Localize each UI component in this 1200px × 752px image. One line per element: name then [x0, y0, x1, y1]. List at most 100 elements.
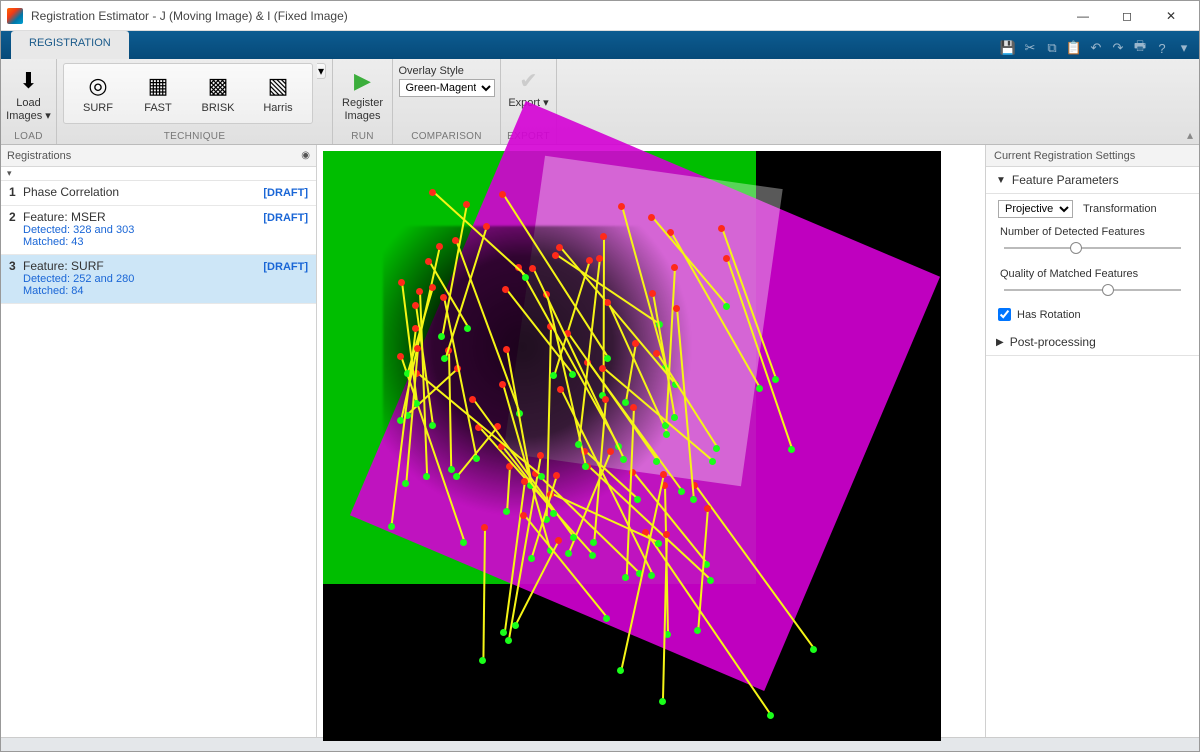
feature-point-fixed [659, 698, 666, 705]
feature-point-fixed [603, 615, 610, 622]
overlay-style-select[interactable]: Green-Magenta [399, 79, 495, 97]
transformation-label: Transformation [1083, 203, 1157, 215]
registrations-header: Registrations [7, 150, 71, 162]
undo-icon[interactable]: ↶ [1087, 39, 1105, 57]
maximize-button[interactable]: ◻ [1105, 2, 1149, 30]
has-rotation-checkbox[interactable]: Has Rotation [998, 308, 1187, 321]
feature-point-fixed [575, 441, 582, 448]
minimize-button[interactable]: — [1061, 2, 1105, 30]
feature-point-fixed [582, 463, 589, 470]
cut-icon[interactable]: ✂ [1021, 39, 1039, 57]
feature-point-moving [630, 404, 637, 411]
feature-point-fixed [723, 303, 730, 310]
feature-point-moving [425, 258, 432, 265]
settings-panel: Current Registration Settings ▼ Feature … [985, 145, 1199, 737]
registration-item[interactable]: 3Feature: SURF[DRAFT]Detected: 252 and 2… [1, 255, 316, 304]
titlebar: Registration Estimator - J (Moving Image… [1, 1, 1199, 31]
feature-point-moving [586, 257, 593, 264]
feature-point-moving [723, 255, 730, 262]
ribbon-collapse-button[interactable]: ▴ [1187, 128, 1193, 142]
feature-point-moving [520, 512, 527, 519]
transformation-select[interactable]: Projective [998, 200, 1073, 218]
feature-point-moving [398, 279, 405, 286]
quality-slider[interactable] [1000, 282, 1185, 298]
image-viewer[interactable] [317, 145, 985, 737]
feature-point-fixed [570, 534, 577, 541]
technique-brisk[interactable]: ▩ BRISK [190, 68, 246, 119]
feature-point-fixed [713, 445, 720, 452]
overlay-style-label: Overlay Style [399, 65, 464, 77]
feature-point-fixed [589, 552, 596, 559]
feature-point-fixed [473, 455, 480, 462]
feature-point-fixed [505, 637, 512, 644]
settings-header: Current Registration Settings [986, 145, 1199, 167]
feature-params-toggle[interactable]: ▼ [996, 175, 1006, 186]
more-icon[interactable]: ▾ [1175, 39, 1193, 57]
feature-params-body: Projective Transformation Number of Dete… [986, 194, 1199, 329]
ribbon-tabbar: REGISTRATION 💾 ✂ ⧉ 📋 ↶ ↷ 🖶 ? ▾ [1, 31, 1199, 59]
feature-point-fixed [388, 523, 395, 530]
num-detected-slider[interactable] [1000, 240, 1185, 256]
technique-surf[interactable]: ◎ SURF [70, 68, 126, 119]
redo-icon[interactable]: ↷ [1109, 39, 1127, 57]
feature-point-moving [556, 244, 563, 251]
technique-harris[interactable]: ▧ Harris [250, 68, 306, 119]
quick-access-toolbar: 💾 ✂ ⧉ 📋 ↶ ↷ 🖶 ? ▾ [993, 39, 1199, 59]
feature-point-fixed [767, 712, 774, 719]
fast-icon: ▦ [144, 72, 172, 100]
help-icon[interactable]: ? [1153, 39, 1171, 57]
feature-point-moving [618, 203, 625, 210]
feature-point-fixed [604, 355, 611, 362]
feature-point-fixed [671, 414, 678, 421]
feature-point-moving [673, 305, 680, 312]
paste-icon[interactable]: 📋 [1065, 39, 1083, 57]
feature-point-fixed [810, 646, 817, 653]
registrations-panel: Registrations ◉ ▾ 1Phase Correlation[DRA… [1, 145, 317, 737]
post-processing-title: Post-processing [1010, 335, 1096, 349]
feature-point-moving [416, 288, 423, 295]
feature-point-moving [483, 223, 490, 230]
register-images-button[interactable]: ▶ Register Images [334, 63, 392, 126]
tab-registration[interactable]: REGISTRATION [11, 31, 129, 59]
post-processing-toggle[interactable]: ▶ [996, 337, 1004, 348]
technique-gallery: ◎ SURF ▦ FAST ▩ BRISK ▧ Harris [63, 63, 313, 124]
feature-point-moving [599, 365, 606, 372]
feature-point-fixed [448, 466, 455, 473]
feature-point-moving [414, 345, 421, 352]
feature-point-fixed [500, 629, 507, 636]
match-line [482, 527, 486, 659]
feature-point-moving [463, 201, 470, 208]
feature-point-fixed [512, 622, 519, 629]
feature-params-title: Feature Parameters [1012, 173, 1119, 187]
feature-point-fixed [655, 540, 662, 547]
feature-point-fixed [707, 577, 714, 584]
surf-icon: ◎ [84, 72, 112, 100]
feature-point-fixed [788, 446, 795, 453]
feature-point-moving [649, 290, 656, 297]
window-title: Registration Estimator - J (Moving Image… [31, 9, 1061, 23]
load-images-button[interactable]: ⬇ Load Images ▾ [0, 63, 58, 126]
feature-point-fixed [550, 372, 557, 379]
panel-options-button[interactable]: ◉ [301, 150, 310, 161]
feature-point-fixed [617, 667, 624, 674]
technique-gallery-expand[interactable]: ▾ [317, 63, 326, 79]
group-label-technique: TECHNIQUE [164, 130, 226, 144]
registrations-toggle[interactable]: ▾ [1, 167, 316, 181]
save-icon[interactable]: 💾 [999, 39, 1017, 57]
play-icon: ▶ [349, 67, 377, 95]
group-label-comparison: COMPARISON [411, 130, 482, 144]
close-button[interactable]: ✕ [1149, 2, 1193, 30]
feature-point-moving [602, 396, 609, 403]
registration-item[interactable]: 2Feature: MSER[DRAFT]Detected: 328 and 3… [1, 206, 316, 255]
quality-label: Quality of Matched Features [1000, 268, 1185, 280]
registration-item[interactable]: 1Phase Correlation[DRAFT] [1, 181, 316, 206]
print-icon[interactable]: 🖶 [1131, 39, 1149, 57]
feature-point-fixed [503, 508, 510, 515]
feature-point-fixed [756, 385, 763, 392]
matlab-logo [7, 8, 23, 24]
feature-point-moving [529, 265, 536, 272]
feature-point-fixed [453, 473, 460, 480]
brisk-icon: ▩ [204, 72, 232, 100]
technique-fast[interactable]: ▦ FAST [130, 68, 186, 119]
copy-icon[interactable]: ⧉ [1043, 39, 1061, 57]
